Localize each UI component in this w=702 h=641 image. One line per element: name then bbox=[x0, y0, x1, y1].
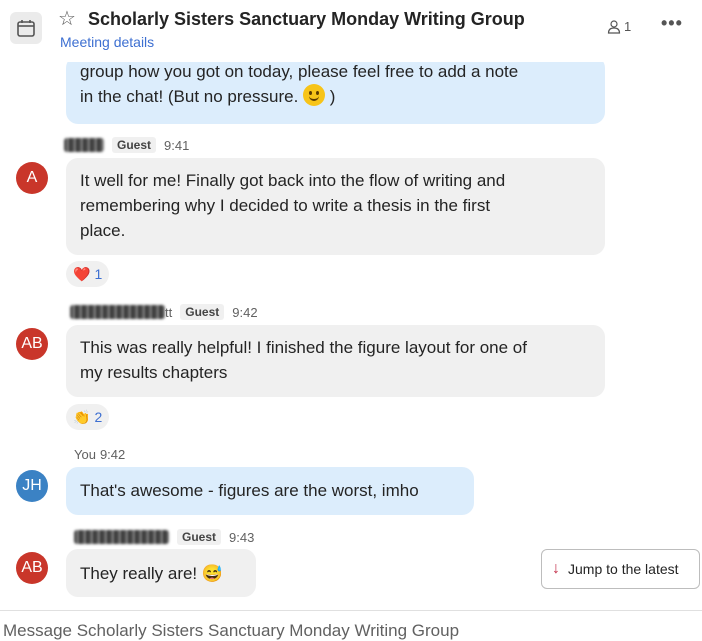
calendar-chat-icon[interactable] bbox=[10, 12, 42, 44]
guest-badge: Guest bbox=[112, 137, 157, 153]
message-bubble[interactable]: They really are! 😅 bbox=[66, 549, 256, 597]
reaction-count: 2 bbox=[94, 409, 103, 425]
message-line: remembering why I decided to write a the… bbox=[80, 196, 491, 215]
clapping-hands-emoji-icon: 👏 bbox=[73, 408, 91, 425]
message-time: 9:42 bbox=[232, 304, 258, 320]
chat-title: Scholarly Sisters Sanctuary Monday Writi… bbox=[88, 9, 525, 29]
guest-badge: Guest bbox=[177, 529, 222, 545]
message-line: place. bbox=[80, 221, 126, 240]
jump-to-latest-button[interactable]: ↓ Jump to the latest bbox=[541, 549, 700, 589]
avatar[interactable]: JH bbox=[16, 470, 48, 502]
message-time: 9:42 bbox=[99, 447, 126, 462]
favorite-star-icon[interactable]: ☆ bbox=[58, 8, 76, 30]
reaction-heart[interactable]: ❤️ 1 bbox=[66, 261, 110, 287]
message-line: my results chapters bbox=[80, 363, 228, 382]
participant-count: 1 bbox=[624, 19, 632, 34]
message-line: group how you got on today, please feel … bbox=[80, 62, 519, 81]
message-input[interactable] bbox=[3, 621, 693, 641]
more-options-button[interactable]: ••• bbox=[661, 13, 683, 34]
sender-name-suffix: tt bbox=[165, 304, 173, 320]
smiley-emoji-icon bbox=[303, 84, 326, 106]
message-bubble[interactable]: group how you got on today, please feel … bbox=[66, 62, 605, 124]
message-bubble[interactable]: This was really helpful! I finished the … bbox=[66, 325, 605, 397]
message-line: It well for me! Finally got back into th… bbox=[80, 171, 506, 190]
participants-button[interactable]: 1 bbox=[607, 19, 631, 34]
guest-badge: Guest bbox=[180, 304, 225, 320]
message-line: They really are! 😅 bbox=[80, 564, 224, 583]
message-line: That's awesome - figures are the worst, … bbox=[80, 481, 419, 500]
avatar[interactable]: AB bbox=[16, 328, 48, 360]
sender-label: You bbox=[74, 447, 96, 462]
sender-name-redacted bbox=[70, 305, 165, 319]
message-meta: tt Guest 9:42 bbox=[70, 304, 258, 320]
message-bubble[interactable]: That's awesome - figures are the worst, … bbox=[66, 467, 474, 515]
message-feed[interactable]: group how you got on today, please feel … bbox=[0, 62, 702, 610]
message-time: 9:43 bbox=[229, 529, 255, 545]
arrow-down-icon: ↓ bbox=[552, 560, 560, 577]
meeting-details-link[interactable]: Meeting details bbox=[60, 34, 154, 50]
jump-label: Jump to the latest bbox=[568, 561, 679, 577]
message-bubble[interactable]: It well for me! Finally got back into th… bbox=[66, 158, 605, 255]
person-icon bbox=[607, 19, 621, 34]
message-time: 9:41 bbox=[164, 137, 190, 153]
message-line: This was really helpful! I finished the … bbox=[80, 338, 527, 357]
sender-name-redacted bbox=[74, 530, 169, 544]
message-meta: You 9:42 bbox=[74, 447, 125, 462]
reaction-count: 1 bbox=[94, 266, 103, 282]
message-line: in the chat! (But no pressure. ) bbox=[80, 84, 591, 109]
avatar[interactable]: A bbox=[16, 162, 48, 194]
reaction-clap[interactable]: 👏 2 bbox=[66, 404, 110, 430]
heart-emoji-icon: ❤️ bbox=[73, 265, 91, 282]
message-composer bbox=[0, 610, 702, 641]
message-meta: Guest 9:43 bbox=[74, 529, 254, 545]
calendar-icon bbox=[17, 20, 35, 37]
avatar[interactable]: AB bbox=[16, 552, 48, 584]
chat-header: ☆ Scholarly Sisters Sanctuary Monday Wri… bbox=[0, 0, 702, 62]
message-meta: Guest 9:41 bbox=[64, 137, 189, 153]
sender-name-redacted bbox=[64, 138, 104, 152]
